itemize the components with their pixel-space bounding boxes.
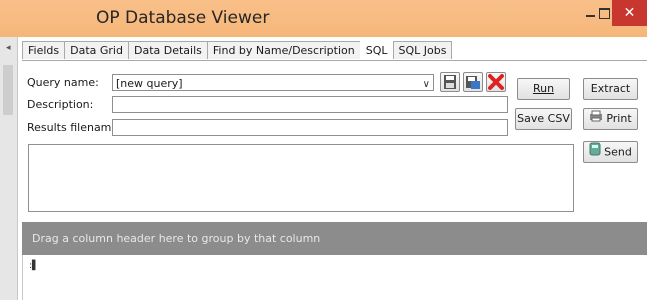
collapse-arrow-icon[interactable]: ◂ [6, 43, 11, 53]
save-icon[interactable] [440, 72, 460, 92]
send-button[interactable]: Send [583, 141, 638, 163]
tab-label: SQL [365, 44, 388, 57]
print-icon [589, 109, 603, 129]
scroll-thumb[interactable] [3, 65, 13, 115]
run-label: Run [532, 82, 555, 95]
description-label: Description: [27, 98, 94, 111]
extract-button[interactable]: Extract [583, 78, 638, 100]
dropdown-arrow-icon[interactable]: ∨ [423, 76, 430, 93]
tab-find-by-name[interactable]: Find by Name/Description [206, 41, 361, 59]
print-button[interactable]: Print [583, 108, 638, 130]
row-indicator: :▌ [29, 261, 39, 271]
tab-label: Fields [28, 44, 60, 57]
save-as-icon[interactable] [463, 72, 483, 92]
tab-label: Data Details [133, 44, 202, 57]
tab-label: SQL Jobs [398, 44, 447, 57]
title-bar: OP Database Viewer ✕ [0, 0, 647, 37]
send-label: Send [604, 145, 632, 159]
tab-fields[interactable]: Fields [22, 41, 66, 59]
results-grid[interactable]: :▌ [22, 255, 647, 300]
save-csv-button[interactable]: Save CSV [515, 108, 572, 130]
results-filename-input[interactable] [112, 119, 508, 136]
group-by-panel[interactable]: Drag a column header here to group by th… [22, 222, 647, 255]
send-icon [589, 142, 601, 163]
tab-sql-jobs[interactable]: SQL Jobs [392, 41, 453, 59]
description-input[interactable] [112, 96, 508, 113]
tab-label: Data Grid [70, 44, 123, 57]
query-name-value: [new query] [116, 77, 183, 90]
tab-sql[interactable]: SQL [359, 39, 394, 59]
extract-label: Extract [590, 82, 631, 95]
query-name-label: Query name: [27, 76, 99, 89]
tab-data-details[interactable]: Data Details [127, 41, 208, 59]
left-scroll-strip[interactable]: ◂ [0, 37, 18, 300]
save-csv-label: Save CSV [517, 112, 570, 125]
close-icon[interactable]: ✕ [612, 0, 647, 26]
results-filename-label: Results filename: [27, 121, 122, 134]
window-title: OP Database Viewer [96, 8, 270, 28]
tab-bar: Fields Data Grid Data Details Find by Na… [22, 39, 453, 60]
tab-label: Find by Name/Description [212, 44, 355, 57]
group-hint-text: Drag a column header here to group by th… [32, 232, 321, 245]
delete-icon[interactable] [486, 72, 506, 92]
tab-data-grid[interactable]: Data Grid [64, 41, 129, 59]
query-name-select[interactable]: [new query] ∨ [112, 74, 434, 91]
print-label: Print [606, 112, 632, 125]
run-button[interactable]: Run [517, 78, 570, 100]
sql-editor[interactable] [28, 144, 574, 212]
